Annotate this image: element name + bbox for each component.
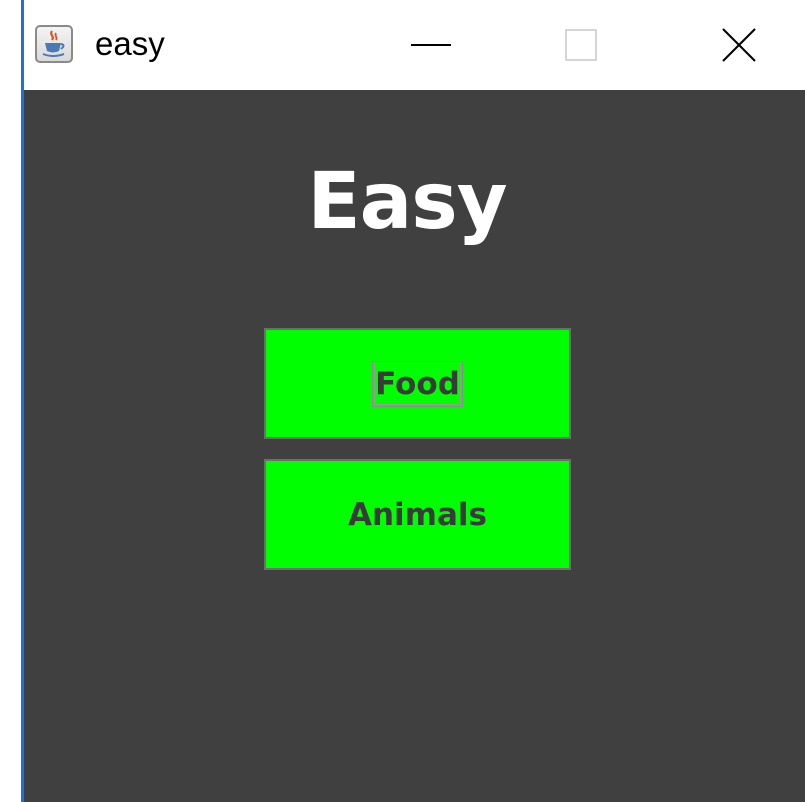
close-button[interactable] — [684, 0, 794, 90]
window-title: easy — [95, 25, 165, 62]
content-panel: Easy Food Animals — [24, 90, 805, 802]
desktop-edge — [0, 0, 22, 802]
food-button-label: Food — [372, 360, 463, 407]
animals-button[interactable]: Animals — [264, 459, 571, 570]
minimize-icon — [411, 44, 451, 46]
food-button[interactable]: Food — [264, 328, 571, 439]
page-title: Easy — [307, 157, 507, 247]
maximize-button[interactable] — [526, 0, 636, 90]
close-icon — [722, 28, 756, 62]
minimize-button[interactable] — [376, 0, 486, 90]
maximize-icon — [565, 29, 597, 61]
animals-button-label: Animals — [348, 496, 487, 533]
app-window: easy Easy Food Animals — [0, 0, 805, 802]
title-bar[interactable]: easy — [24, 0, 805, 90]
java-cup-icon[interactable] — [35, 25, 73, 63]
